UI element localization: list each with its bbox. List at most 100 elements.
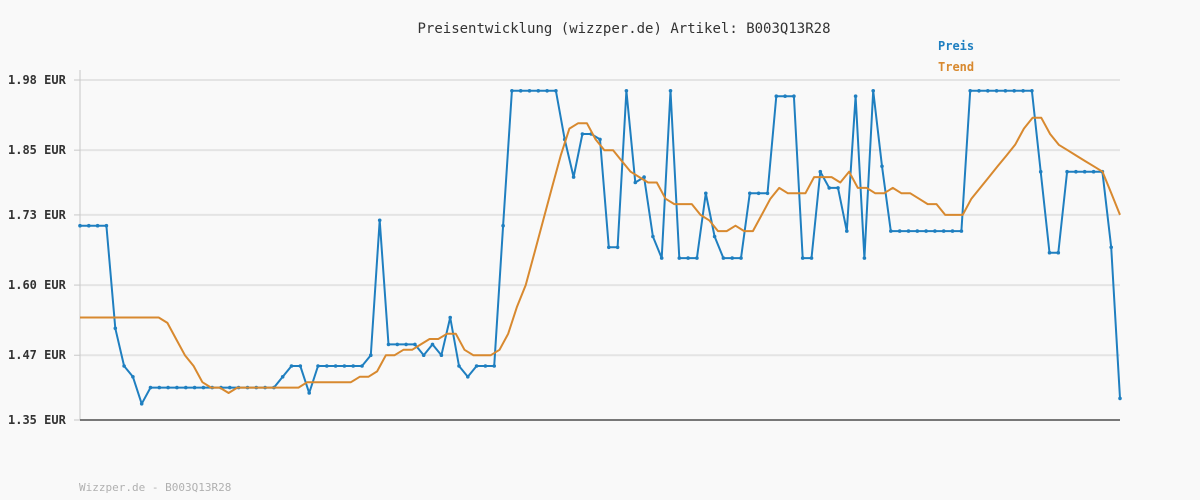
y-tick-label: 1.98 EUR (8, 73, 67, 87)
data-point-preis (651, 234, 655, 239)
data-point-preis (792, 94, 796, 98)
data-point-preis (457, 364, 461, 368)
data-point-preis (695, 256, 699, 260)
data-point-preis (853, 94, 858, 98)
data-point-preis (1056, 250, 1061, 255)
data-point-preis (836, 186, 840, 190)
data-point-preis (1109, 245, 1113, 250)
data-point-preis (739, 256, 743, 260)
data-point-preis (430, 342, 435, 347)
data-point-preis (986, 89, 990, 93)
data-point-preis (862, 256, 867, 260)
data-point-preis (712, 234, 717, 239)
y-tick-label: 1.85 EUR (8, 143, 67, 157)
y-tick-label: 1.35 EUR (8, 413, 67, 427)
data-point-preis (351, 364, 356, 368)
data-point-preis (748, 191, 752, 196)
data-point-preis (166, 385, 170, 390)
data-point-preis (774, 94, 779, 98)
data-point-preis (809, 256, 814, 260)
data-point-preis (1047, 250, 1052, 255)
data-point-preis (360, 364, 364, 368)
data-point-preis (721, 256, 726, 260)
data-point-preis (704, 191, 708, 196)
data-point-preis (307, 391, 312, 395)
data-point-preis (369, 353, 373, 358)
data-point-preis (1003, 89, 1008, 93)
data-point-preis (518, 89, 523, 93)
data-point-preis (139, 402, 144, 406)
data-point-preis (1074, 169, 1078, 174)
data-point-preis (413, 342, 417, 347)
data-point-preis (554, 89, 558, 93)
data-point-preis (818, 169, 823, 174)
y-tick-label: 1.60 EUR (8, 278, 67, 292)
data-point-preis (466, 375, 470, 379)
data-point-preis (280, 375, 285, 379)
data-point-preis (994, 89, 999, 93)
data-point-preis (668, 89, 673, 93)
data-point-preis (845, 229, 849, 233)
data-point-preis (1118, 396, 1122, 401)
data-point-preis (95, 223, 100, 228)
series-line-trend (80, 116, 1121, 394)
data-point-preis (1082, 169, 1087, 174)
data-point-preis (871, 89, 875, 93)
data-point-preis (580, 132, 585, 136)
data-point-preis (889, 229, 893, 233)
data-point-preis (157, 385, 162, 390)
data-point-preis (316, 364, 320, 368)
data-point-preis (607, 245, 611, 250)
data-point-preis (501, 223, 505, 228)
data-point-preis (783, 94, 787, 98)
data-point-preis (1091, 169, 1096, 174)
legend: Preis Trend (938, 39, 974, 74)
data-point-preis (827, 186, 831, 190)
data-point-preis (510, 89, 514, 93)
data-point-preis (87, 223, 91, 228)
data-point-preis (527, 89, 532, 93)
data-point-preis (730, 256, 734, 260)
data-point-preis (201, 385, 206, 390)
data-point-preis (395, 342, 400, 347)
data-point-preis (184, 385, 188, 390)
data-point-preis (571, 175, 576, 179)
data-point-preis (175, 385, 179, 390)
data-point-preis (598, 137, 602, 142)
grid-lines (80, 79, 1120, 421)
data-point-preis (1065, 169, 1069, 174)
data-point-preis (474, 364, 479, 368)
data-point-preis (756, 191, 761, 196)
axes: 1.98 EUR 1.85 EUR 1.73 EUR 1.60 EUR 1.47 EUR… (8, 70, 1120, 427)
series-layer (78, 89, 1122, 406)
data-point-preis (659, 256, 664, 260)
data-point-preis (148, 385, 153, 390)
data-point-preis (386, 342, 391, 347)
data-point-preis (421, 353, 426, 358)
data-point-preis (977, 89, 981, 93)
data-point-preis (439, 353, 444, 358)
data-point-preis (615, 245, 620, 250)
data-point-preis (1030, 89, 1034, 93)
data-point-preis (333, 364, 338, 368)
data-point-preis (765, 191, 770, 196)
data-point-preis (448, 315, 453, 320)
data-point-preis (950, 229, 955, 233)
legend-label-preis: Preis (938, 39, 974, 53)
data-point-preis (686, 256, 690, 260)
data-point-preis (941, 229, 946, 233)
chart-container: Preisentwicklung (wizzper.de) Artikel: B… (0, 0, 1200, 500)
data-point-preis (192, 385, 197, 390)
data-point-preis (298, 364, 303, 368)
data-point-preis (104, 223, 109, 228)
chart-title: Preisentwicklung (wizzper.de) Artikel: B… (417, 21, 830, 37)
data-point-preis (677, 256, 682, 260)
data-point-preis (131, 375, 135, 379)
data-point-preis (325, 364, 329, 368)
data-point-preis (800, 256, 805, 260)
data-point-preis (633, 180, 638, 185)
data-point-preis (492, 364, 497, 368)
data-point-preis (1012, 89, 1016, 93)
data-point-preis (968, 89, 972, 93)
data-point-preis (897, 229, 902, 233)
